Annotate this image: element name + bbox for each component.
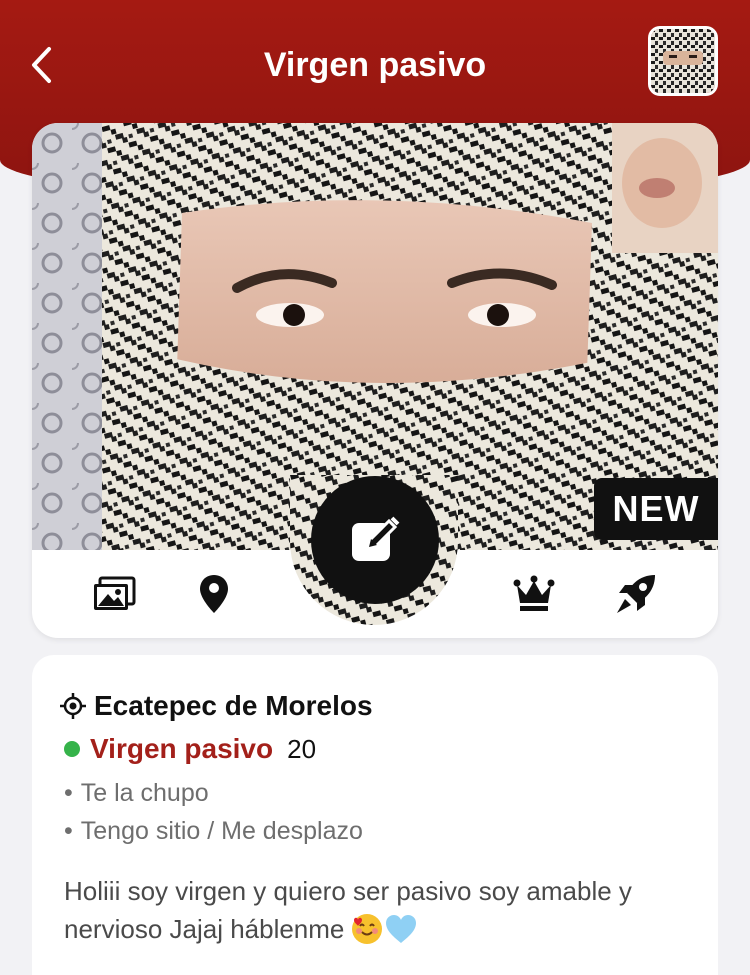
name-row: Virgen pasivo 20 (64, 730, 316, 768)
premium-button[interactable] (506, 566, 562, 622)
smiling-hearts-emoji-icon (352, 914, 383, 944)
tag-label: Tengo sitio / Me desplazo (80, 816, 363, 845)
photos-icon (94, 576, 136, 610)
avatar-image (651, 29, 715, 93)
bio-text: Holiii soy virgen y quiero ser pasivo so… (64, 876, 632, 944)
rocket-icon (617, 575, 655, 613)
location-button[interactable] (186, 566, 242, 622)
light-blue-heart-emoji-icon (384, 914, 418, 954)
boost-button[interactable] (608, 566, 664, 622)
bullet-icon: • (64, 816, 73, 845)
list-item: • Tengo sitio / Me desplazo (64, 814, 363, 848)
profile-age: 20 (287, 733, 317, 764)
avatar[interactable] (648, 26, 718, 96)
online-status-dot (64, 741, 80, 757)
location-label: Ecatepec de Morelos (94, 690, 373, 721)
crown-icon (513, 575, 555, 611)
bullet-icon: • (64, 778, 73, 807)
chevron-left-icon (32, 47, 51, 83)
location-row: Ecatepec de Morelos (28, 688, 373, 724)
tag-label: Te la chupo (80, 778, 209, 807)
profile-name: Virgen pasivo (90, 733, 274, 764)
crosshair-icon (60, 693, 86, 719)
back-button[interactable] (22, 40, 62, 90)
photos-button[interactable] (86, 566, 142, 622)
list-item: • Te la chupo (64, 776, 209, 810)
location-pin-icon (200, 575, 228, 613)
edit-icon (352, 516, 400, 561)
edit-profile-button[interactable] (311, 476, 439, 604)
profile-bio: Holiii soy virgen y quiero ser pasivo so… (64, 872, 714, 954)
new-badge: NEW (594, 478, 718, 540)
page-title: Virgen pasivo (263, 45, 487, 84)
